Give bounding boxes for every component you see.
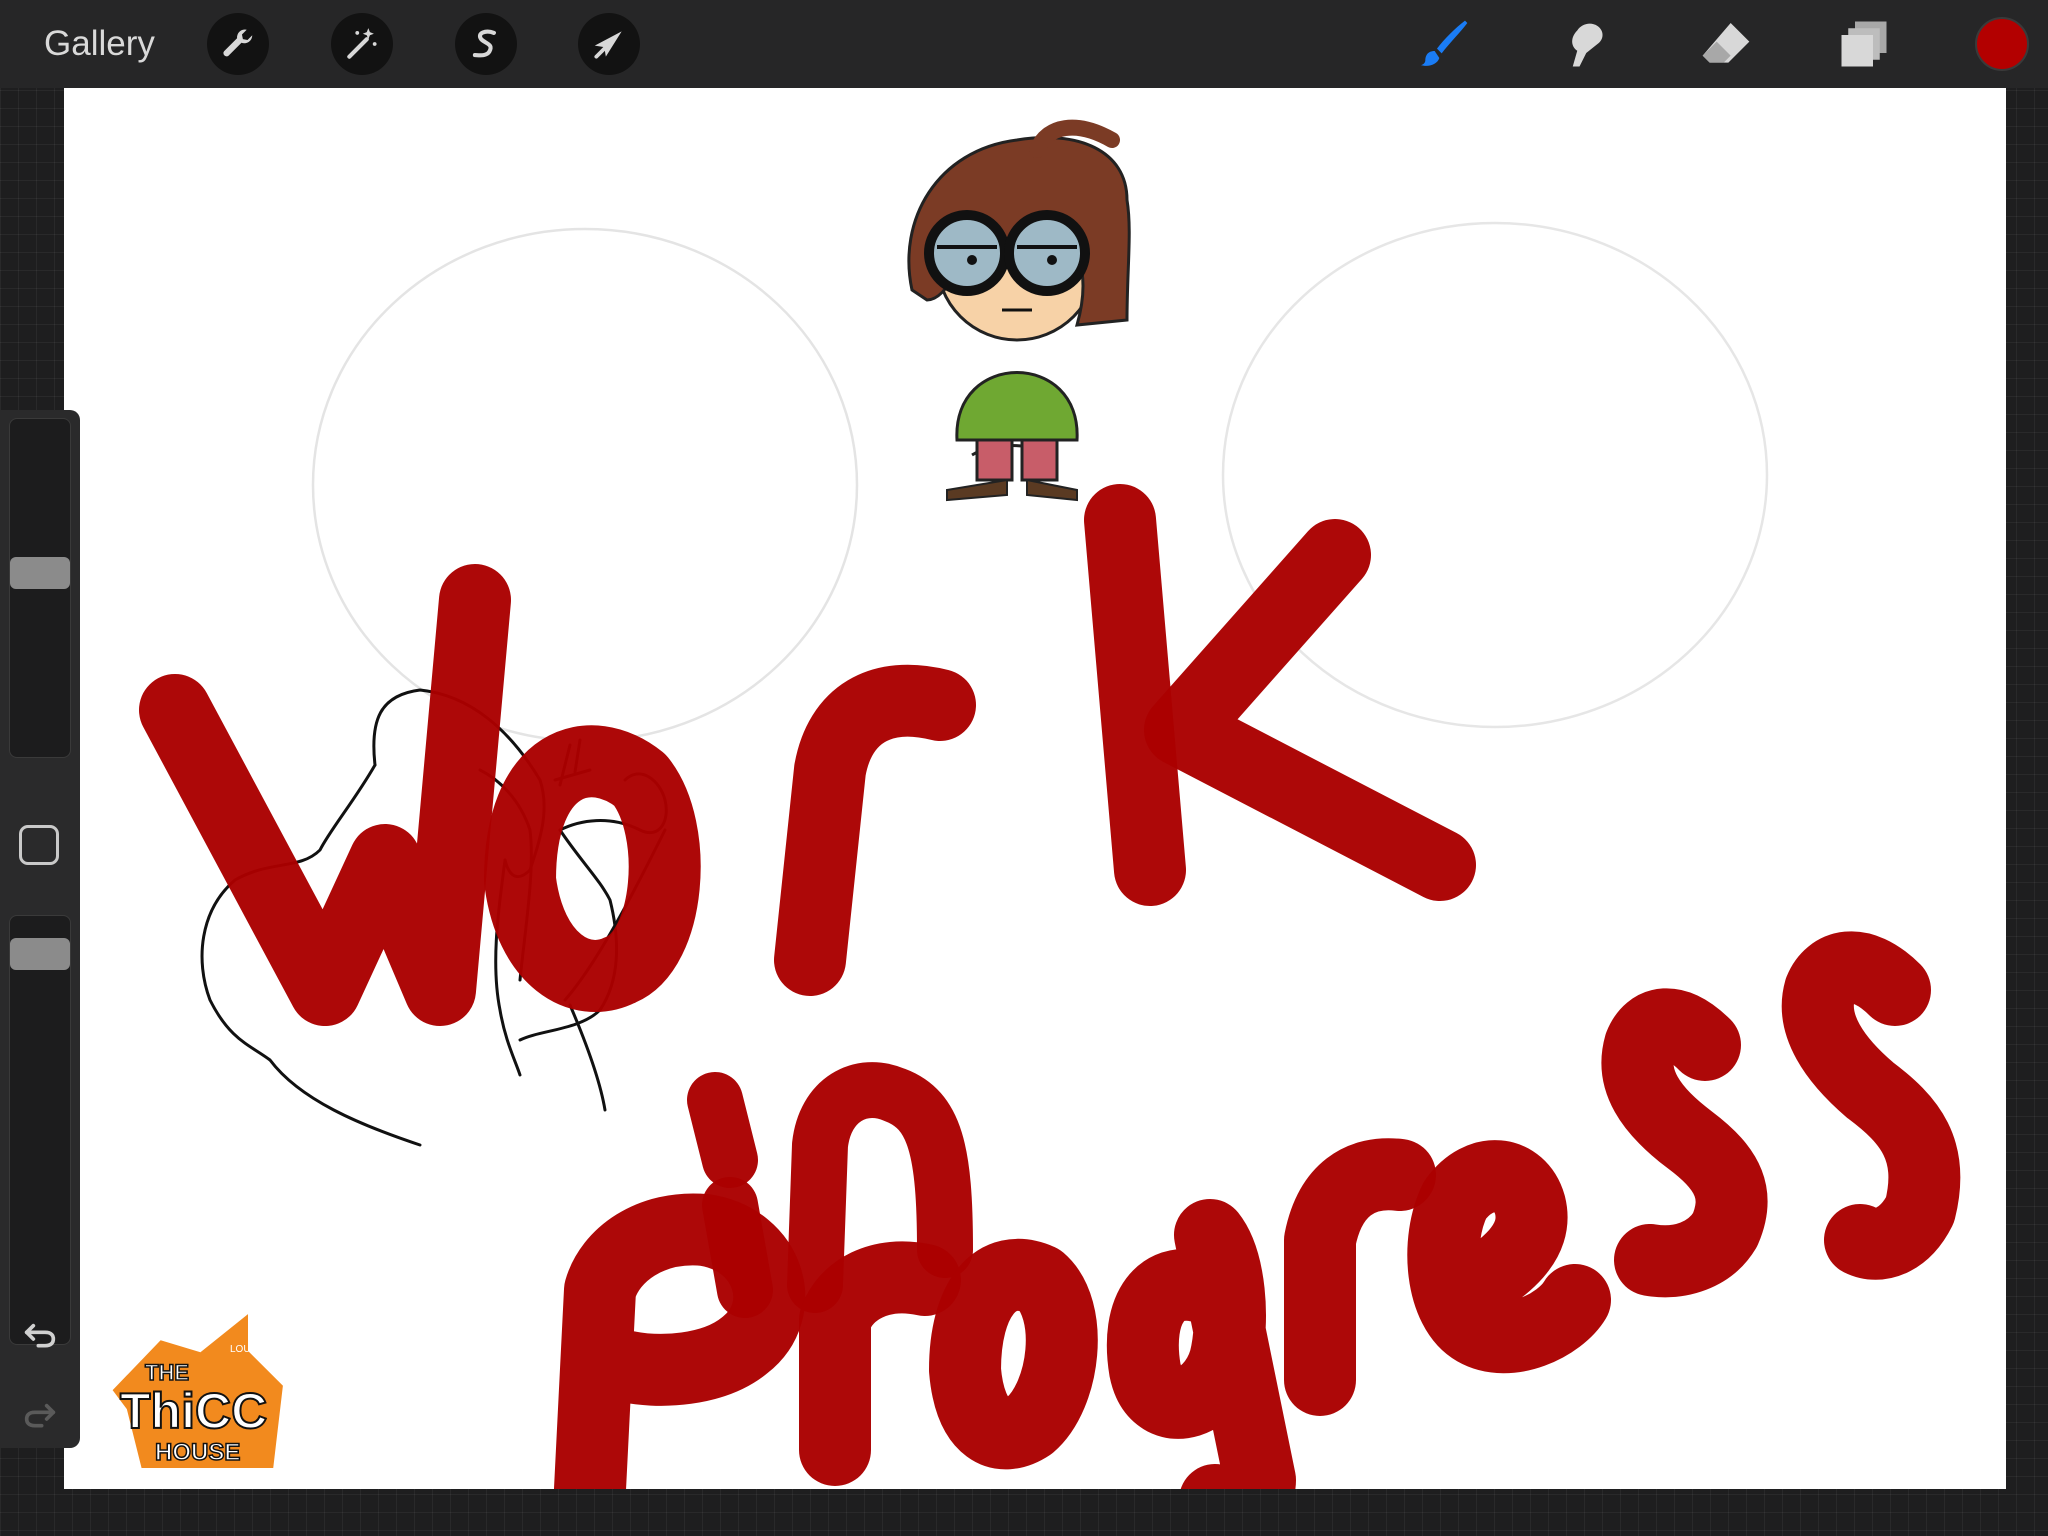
word-work: [139, 484, 1476, 1026]
smudge-tool-button[interactable]: [1554, 14, 1614, 74]
color-picker-button[interactable]: [1975, 17, 2029, 71]
brush-size-thumb[interactable]: [10, 556, 70, 589]
sketch-circle-left: [311, 227, 859, 743]
brush-sidebar: [0, 410, 80, 1448]
wrench-icon: [223, 29, 253, 57]
layers-icon: [1841, 21, 1887, 67]
brush-opacity-slider[interactable]: [9, 915, 71, 1345]
arrow-cursor-icon: [594, 31, 622, 59]
character-sticker: [907, 119, 1131, 502]
actions-button[interactable]: [207, 13, 269, 75]
logo-thicc-text: ThiCC: [120, 1383, 267, 1439]
sketch-circle-right: [1221, 221, 1769, 729]
brush-size-slider[interactable]: [9, 418, 71, 758]
adjustments-button[interactable]: [331, 13, 393, 75]
modify-button[interactable]: [19, 825, 59, 865]
smudge-finger-icon: [1572, 23, 1603, 67]
magic-wand-icon: [347, 28, 377, 59]
redo-button[interactable]: [16, 1390, 64, 1438]
canvas-artwork: THE LOUD ThiCC HOUSE: [107, 119, 1961, 1489]
undo-button[interactable]: [16, 1310, 64, 1358]
selection-button[interactable]: [455, 13, 517, 75]
work-in-progress-lettering: [139, 484, 1961, 1489]
logo-house-text: HOUSE: [155, 1439, 240, 1466]
gallery-button[interactable]: Gallery: [44, 22, 155, 66]
layers-button[interactable]: [1834, 14, 1894, 74]
brush-opacity-thumb[interactable]: [10, 937, 70, 970]
transform-button[interactable]: [578, 13, 640, 75]
eraser-tool-button[interactable]: [1696, 14, 1756, 74]
drawing-canvas[interactable]: THE LOUD ThiCC HOUSE: [64, 88, 2006, 1489]
eraser-icon: [1702, 23, 1750, 63]
thicc-house-logo: THE LOUD ThiCC HOUSE: [107, 1305, 288, 1472]
undo-arrow-icon: [24, 1323, 56, 1348]
redo-arrow-icon: [24, 1403, 56, 1428]
brush-icon: [1420, 20, 1468, 66]
logo-loud-text: LOUD: [230, 1344, 258, 1355]
top-toolbar: Gallery: [0, 0, 2048, 88]
brush-tool-button[interactable]: [1414, 14, 1474, 74]
logo-the-text: THE: [145, 1360, 189, 1385]
selection-s-icon: [472, 29, 496, 58]
